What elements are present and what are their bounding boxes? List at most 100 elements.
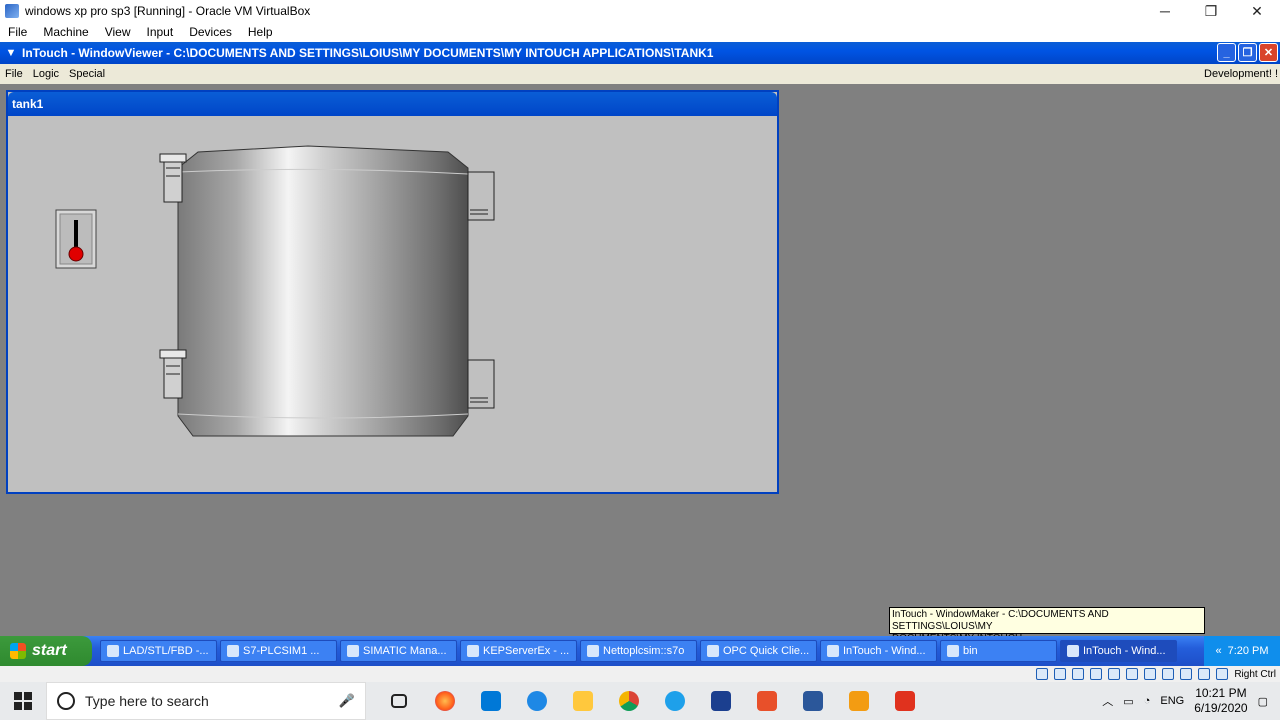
intouch-menu-special[interactable]: Special bbox=[64, 68, 110, 80]
task-label: S7-PLCSIM1 ... bbox=[243, 645, 320, 657]
virtualbox-icon[interactable] bbox=[698, 682, 744, 720]
task-nettoplcsim[interactable]: Nettoplcsim::s7o bbox=[580, 640, 697, 662]
vbox-titlebar: windows xp pro sp3 [Running] - Oracle VM… bbox=[0, 0, 1280, 22]
intouch-app-icon: ▼ bbox=[5, 47, 17, 59]
vbox-window-controls: ─ ❐ ✕ bbox=[1142, 0, 1280, 22]
task-s7-plcsim[interactable]: S7-PLCSIM1 ... bbox=[220, 640, 337, 662]
intouch-menubar: File Logic Special Development! ! bbox=[0, 64, 1280, 84]
task-view-icon[interactable] bbox=[376, 682, 422, 720]
inlet-valve-bottom[interactable] bbox=[159, 349, 187, 399]
mouse-integration-icon[interactable] bbox=[1198, 668, 1211, 680]
tank1-window: tank1 bbox=[6, 90, 779, 494]
file-explorer-icon[interactable] bbox=[560, 682, 606, 720]
language-indicator[interactable]: ENG bbox=[1160, 695, 1184, 707]
menu-devices[interactable]: Devices bbox=[181, 25, 240, 39]
intouch-menu-file[interactable]: File bbox=[0, 68, 28, 80]
intouch-menu-logic[interactable]: Logic bbox=[28, 68, 64, 80]
office-icon[interactable] bbox=[744, 682, 790, 720]
intouch-menu-development[interactable]: Development! ! bbox=[1204, 68, 1278, 80]
audio-status-icon[interactable] bbox=[1072, 668, 1085, 680]
tank-vessel bbox=[177, 145, 469, 437]
display-status-icon[interactable] bbox=[1144, 668, 1157, 680]
restore-button[interactable]: ❐ bbox=[1188, 0, 1234, 22]
host-key-label: Right Ctrl bbox=[1234, 668, 1276, 680]
search-placeholder: Type here to search bbox=[85, 693, 209, 709]
outlet-port-top bbox=[467, 171, 495, 221]
cortana-circle-icon bbox=[57, 692, 75, 710]
inlet-valve-top[interactable] bbox=[159, 153, 187, 203]
xp-tray-chevron-icon[interactable]: « bbox=[1215, 645, 1221, 657]
task-label: LAD/STL/FBD -... bbox=[123, 645, 209, 657]
menu-view[interactable]: View bbox=[97, 25, 139, 39]
win10-search-box[interactable]: Type here to search 🎤 bbox=[46, 682, 366, 720]
vbox-menubar: File Machine View Input Devices Help bbox=[0, 22, 1280, 42]
task-label: Nettoplcsim::s7o bbox=[603, 645, 685, 657]
windows-logo-icon bbox=[14, 692, 32, 710]
intouch-minimize-button[interactable]: _ bbox=[1217, 43, 1236, 62]
gitmind-icon[interactable] bbox=[836, 682, 882, 720]
battery-icon[interactable]: ▭ bbox=[1123, 695, 1133, 708]
firefox-icon[interactable] bbox=[422, 682, 468, 720]
menu-machine[interactable]: Machine bbox=[35, 25, 96, 39]
switch-indicator[interactable] bbox=[55, 209, 97, 269]
virtualbox-app-icon bbox=[5, 4, 19, 18]
task-kepserverex[interactable]: KEPServerEx - ... bbox=[460, 640, 577, 662]
close-button[interactable]: ✕ bbox=[1234, 0, 1280, 22]
task-label: InTouch - Wind... bbox=[843, 645, 926, 657]
tank-graphic-canvas bbox=[55, 145, 495, 437]
xp-task-items: LAD/STL/FBD -... S7-PLCSIM1 ... SIMATIC … bbox=[100, 640, 1177, 662]
chrome-icon[interactable] bbox=[606, 682, 652, 720]
wifi-icon[interactable]: ◔ bbox=[1144, 695, 1151, 707]
task-lad-stl-fbd[interactable]: LAD/STL/FBD -... bbox=[100, 640, 217, 662]
task-intouch-windowviewer[interactable]: InTouch - Wind... bbox=[1060, 640, 1177, 662]
xp-system-clock[interactable]: « 7:20 PM bbox=[1204, 636, 1280, 666]
win10-start-button[interactable] bbox=[0, 682, 46, 720]
tray-chevron-icon[interactable]: ︿ bbox=[1102, 693, 1113, 709]
task-simatic-manager[interactable]: SIMATIC Mana... bbox=[340, 640, 457, 662]
simatic-icon bbox=[347, 645, 359, 657]
optical-status-icon[interactable] bbox=[1054, 668, 1067, 680]
task-label: bin bbox=[963, 645, 978, 657]
xp-start-button[interactable]: start bbox=[0, 636, 92, 666]
task-intouch-windowmaker[interactable]: InTouch - Wind... bbox=[820, 640, 937, 662]
word-icon[interactable] bbox=[790, 682, 836, 720]
ie-icon[interactable] bbox=[652, 682, 698, 720]
intouch-icon bbox=[1067, 645, 1079, 657]
store-icon[interactable] bbox=[468, 682, 514, 720]
outlet-port-bottom bbox=[467, 359, 495, 409]
keyboard-capture-icon[interactable] bbox=[1216, 668, 1229, 680]
task-label: SIMATIC Mana... bbox=[363, 645, 447, 657]
task-label: OPC Quick Clie... bbox=[723, 645, 810, 657]
win10-date: 6/19/2020 bbox=[1194, 701, 1248, 715]
intouch-restore-button[interactable]: ❐ bbox=[1238, 43, 1257, 62]
taskbar-tooltip: InTouch - WindowMaker - C:\DOCUMENTS AND… bbox=[889, 607, 1205, 644]
menu-file[interactable]: File bbox=[0, 25, 35, 39]
folder-icon bbox=[947, 645, 959, 657]
cpu-status-icon[interactable] bbox=[1180, 668, 1193, 680]
task-bin-folder[interactable]: bin bbox=[940, 640, 1057, 662]
xp-clock-time: 7:20 PM bbox=[1227, 645, 1269, 657]
menu-help[interactable]: Help bbox=[240, 25, 281, 39]
tooltip-line1: InTouch - WindowMaker - C:\DOCUMENTS AND… bbox=[892, 609, 1109, 632]
task-opc-quick-client[interactable]: OPC Quick Clie... bbox=[700, 640, 817, 662]
notification-icon[interactable]: ▢ bbox=[1258, 695, 1268, 708]
network-status-icon[interactable] bbox=[1090, 668, 1103, 680]
usb-status-icon[interactable] bbox=[1108, 668, 1121, 680]
start-label: start bbox=[32, 642, 67, 659]
ladder-icon bbox=[107, 645, 119, 657]
tank1-window-titlebar: tank1 bbox=[8, 92, 777, 116]
menu-input[interactable]: Input bbox=[139, 25, 182, 39]
hdd-status-icon[interactable] bbox=[1036, 668, 1049, 680]
minimize-button[interactable]: ─ bbox=[1142, 0, 1188, 22]
plcsim-icon bbox=[227, 645, 239, 657]
guest-screen: ▼ InTouch - WindowViewer - C:\DOCUMENTS … bbox=[0, 42, 1280, 682]
edge-icon[interactable] bbox=[514, 682, 560, 720]
microphone-icon[interactable]: 🎤 bbox=[339, 693, 355, 709]
recording-status-icon[interactable] bbox=[1162, 668, 1175, 680]
win10-clock[interactable]: 10:21 PM 6/19/2020 bbox=[1194, 686, 1247, 716]
xp-taskbar: start LAD/STL/FBD -... S7-PLCSIM1 ... SI… bbox=[0, 636, 1280, 666]
kepserver-icon bbox=[467, 645, 479, 657]
shared-folders-status-icon[interactable] bbox=[1126, 668, 1139, 680]
intouch-close-button[interactable]: ✕ bbox=[1259, 43, 1278, 62]
app-red-icon[interactable] bbox=[882, 682, 928, 720]
